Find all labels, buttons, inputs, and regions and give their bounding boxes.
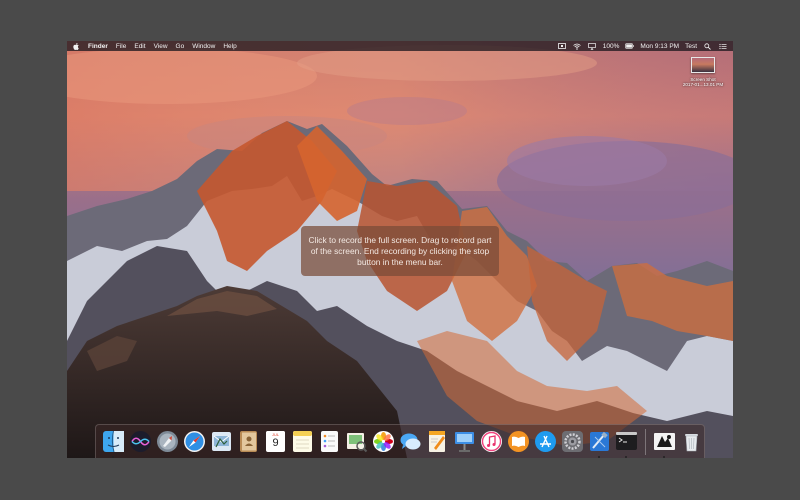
xcode-running-indicator <box>598 456 600 458</box>
screenshot-thumbnail <box>691 57 715 73</box>
ibooks-icon[interactable] <box>507 430 530 453</box>
contacts-icon[interactable] <box>237 430 260 453</box>
siri-icon[interactable] <box>129 430 152 453</box>
quicktime-running-indicator <box>663 456 665 458</box>
terminal-icon[interactable] <box>615 430 638 458</box>
apple-menu-icon[interactable] <box>73 42 80 50</box>
screen-recording-icon[interactable] <box>558 42 567 50</box>
battery-icon[interactable] <box>625 42 635 50</box>
xcode-icon[interactable] <box>588 430 611 458</box>
finder-icon[interactable] <box>102 430 125 458</box>
desktop-screenshot-file[interactable]: Screen Shot 2017-01...13.01 PM <box>677 57 729 87</box>
battery-percentage: 100% <box>602 42 620 50</box>
launchpad-icon[interactable] <box>156 430 179 453</box>
quicktime-icon[interactable] <box>653 430 676 458</box>
system-preferences-icon[interactable] <box>561 430 584 453</box>
messages-icon[interactable] <box>399 430 422 453</box>
notification-center-icon[interactable] <box>718 42 727 50</box>
screen-recording-hint-text: Click to record the full screen. Drag to… <box>308 234 492 267</box>
screen-recording-hint: Click to record the full screen. Drag to… <box>301 226 499 276</box>
notes-icon[interactable] <box>291 430 314 453</box>
preview-icon[interactable] <box>345 430 368 453</box>
photos-icon[interactable] <box>372 430 395 453</box>
keynote-icon[interactable] <box>453 430 476 453</box>
menubar-clock[interactable]: Mon 9:13 PM <box>640 43 679 50</box>
menu-bar: Finder File Edit View Go Window Help 100… <box>67 41 733 51</box>
calendar-day-label: 9 <box>272 437 279 449</box>
menu-finder[interactable]: Finder <box>88 43 108 50</box>
reminders-icon[interactable] <box>318 430 341 453</box>
dock: JUL 9 <box>95 424 705 458</box>
airplay-icon[interactable] <box>588 42 597 50</box>
menu-file[interactable]: File <box>116 43 126 50</box>
dock-separator <box>645 428 646 455</box>
mail-icon[interactable] <box>210 430 233 453</box>
app-store-icon[interactable] <box>534 430 557 453</box>
menubar-user[interactable]: Test <box>685 43 697 50</box>
menu-edit[interactable]: Edit <box>134 43 145 50</box>
wifi-icon[interactable] <box>573 42 582 50</box>
spotlight-search-icon[interactable] <box>703 42 712 50</box>
itunes-icon[interactable] <box>480 430 503 453</box>
menu-help[interactable]: Help <box>223 43 236 50</box>
menu-go[interactable]: Go <box>176 43 185 50</box>
finder-running-indicator <box>112 456 114 458</box>
terminal-running-indicator <box>625 456 627 458</box>
screen: Finder File Edit View Go Window Help 100… <box>67 41 733 458</box>
status-area: 100% Mon 9:13 PM Test <box>558 42 727 50</box>
menu-view[interactable]: View <box>154 43 168 50</box>
pages-icon[interactable] <box>426 430 449 453</box>
calendar-icon[interactable]: JUL 9 <box>264 430 287 453</box>
screenshot-file-date: 2017-01...13.01 PM <box>682 82 724 87</box>
safari-icon[interactable] <box>183 430 206 453</box>
trash-icon[interactable] <box>680 430 703 453</box>
menu-window[interactable]: Window <box>192 43 215 50</box>
